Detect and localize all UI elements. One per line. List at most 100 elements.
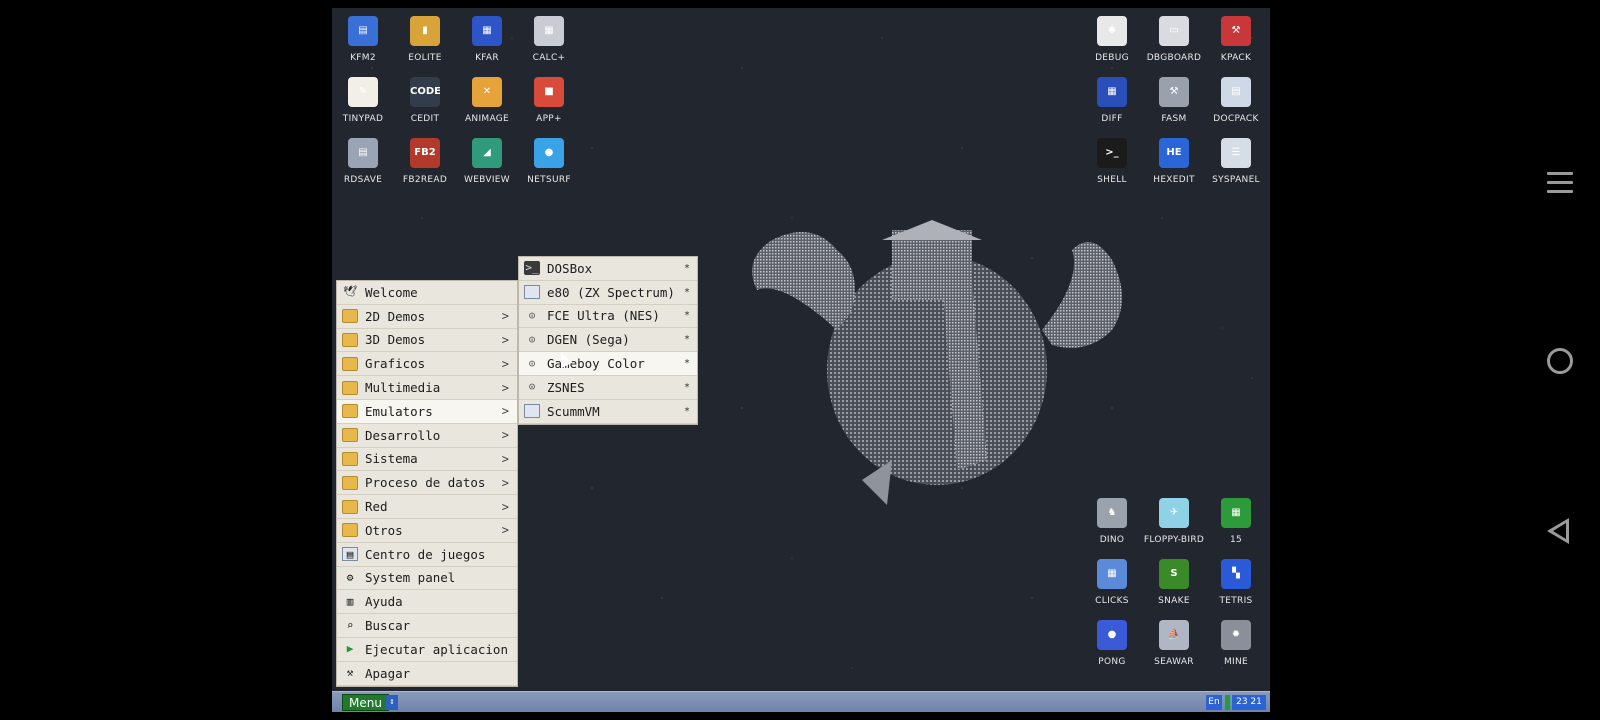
desktop-icon-15[interactable]: ▦ 15 <box>1205 494 1267 552</box>
back-button-icon[interactable] <box>1547 518 1569 544</box>
folder-icon <box>342 428 358 443</box>
desktop-icon-label: KPACK <box>1220 53 1252 63</box>
chevron-right-icon: > <box>501 428 509 443</box>
desktop-icon-label: WEBVIEW <box>464 175 510 185</box>
cabinet-icon: ▤ <box>1221 77 1251 107</box>
menu-item-buscar[interactable]: ⌕ Buscar <box>337 614 517 638</box>
desktop-icon-webview[interactable]: ◢ WEBVIEW <box>456 134 518 192</box>
desktop-icon-label: FB2READ <box>402 175 448 185</box>
menu-item-welcome[interactable]: 🕊 Welcome <box>337 281 517 305</box>
menu-item-apagar[interactable]: ⚒ Apagar <box>337 662 517 686</box>
desktop-icon-label: FASM <box>1161 114 1187 124</box>
clock[interactable]: 23 21 <box>1232 695 1266 710</box>
menu-item-label: Buscar <box>365 618 411 634</box>
home-button-icon[interactable] <box>1547 348 1573 374</box>
menu-item-label: Multimedia <box>365 380 441 396</box>
submenu-item-e80-zx-spectrum-[interactable]: e80 (ZX Spectrum) * <box>519 281 697 305</box>
desktop-icon-dbgboard[interactable]: ▭ DBGBOARD <box>1143 12 1205 70</box>
menu-item-label: Sistema <box>365 451 418 467</box>
desktop-icon-syspanel[interactable]: ☰ SYSPANEL <box>1205 134 1267 192</box>
menu-item-3d-demos[interactable]: 3D Demos > <box>337 329 517 353</box>
desktop-icon-shell[interactable]: >_ SHELL <box>1081 134 1143 192</box>
submenu-item-scummvm[interactable]: ScummVM * <box>519 400 697 424</box>
pong-icon: ● <box>1097 620 1127 650</box>
gamepad-icon: ⊙ <box>528 308 536 322</box>
folder-icon <box>342 499 358 514</box>
desktop-icon-label: TETRIS <box>1219 596 1253 606</box>
menu-item-desarrollo[interactable]: Desarrollo > <box>337 424 517 448</box>
menu-item-ayuda[interactable]: ▥ Ayuda <box>337 590 517 615</box>
menu-item-label: System panel <box>365 570 456 586</box>
desktop-icon-calc-[interactable]: ▦ CALC+ <box>518 12 580 70</box>
menu-item-multimedia[interactable]: Multimedia > <box>337 376 517 400</box>
planet-treehouse-wallpaper <box>752 220 1122 505</box>
submenu-item-marker: * <box>683 358 690 370</box>
desktop-icon-fasm[interactable]: ⚒ FASM <box>1143 73 1205 131</box>
wrench-icon: ⚒ <box>1221 16 1251 46</box>
start-menu: 🕊 Welcome 2D Demos >3D Demos > Graficos > Multi… <box>336 280 518 687</box>
window-icon <box>524 404 540 419</box>
desktop-icon-floppy-bird[interactable]: ✈ FLOPPY-BIRD <box>1143 494 1205 552</box>
desktop-icon-label: KFM2 <box>350 53 376 63</box>
desktop-icon-animage[interactable]: ✕ ANIMAGE <box>456 73 518 131</box>
desktop-icon-fb2read[interactable]: FB2 FB2READ <box>394 134 456 192</box>
desktop-icon-label: SYSPANEL <box>1212 175 1260 185</box>
menu-item-label: Centro de juegos <box>365 546 486 562</box>
menu-item-label: 3D Demos <box>365 332 426 348</box>
submenu-item-fce-ultra-nes-[interactable]: ⊙ FCE Ultra (NES) * <box>519 305 697 329</box>
menu-button[interactable]: Menu <box>342 694 389 711</box>
desktop-icon-kfm2[interactable]: ▤ KFM2 <box>332 12 394 70</box>
desktop-icon-label: KFAR <box>475 53 499 63</box>
submenu-item-marker: * <box>683 381 690 393</box>
notepad-icon: ✎ <box>348 77 378 107</box>
menu-item-proceso-de-datos[interactable]: Proceso de datos > <box>337 471 517 496</box>
submenu-item-dosbox[interactable]: >_ DOSBox * <box>519 257 697 281</box>
menu-item-graficos[interactable]: Graficos > <box>337 352 517 377</box>
chevron-right-icon: > <box>501 356 509 371</box>
android-navigation-bar <box>1523 0 1600 720</box>
desktop-icon-pong[interactable]: ● PONG <box>1081 616 1143 674</box>
desktop-icon-eolite[interactable]: ▮ EOLITE <box>394 12 456 70</box>
submenu-item-marker: * <box>683 310 690 322</box>
submenu-item-gameboy-color[interactable]: ⊙ Gameboy Color * <box>519 352 697 376</box>
desktop-icon-app-[interactable]: ■ APP+ <box>518 73 580 131</box>
bug-icon: ✱ <box>1097 16 1127 46</box>
desktop-icon-mine[interactable]: ✹ MINE <box>1205 616 1267 674</box>
desktop-icon-label: APP+ <box>536 114 562 124</box>
desktop-icon-kpack[interactable]: ⚒ KPACK <box>1205 12 1267 70</box>
calculator-icon: ▦ <box>534 16 564 46</box>
desktop-icon-rdsave[interactable]: ▤ RDSAVE <box>332 134 394 192</box>
window-icon: ▤ <box>342 547 358 562</box>
desktop-icon-debug[interactable]: ✱ DEBUG <box>1081 12 1143 70</box>
folder-icon <box>342 523 358 538</box>
gamepad-icon: ⊙ <box>528 356 536 370</box>
menu-item-sistema[interactable]: Sistema > <box>337 448 517 472</box>
desktop-icon-docpack[interactable]: ▤ DOCPACK <box>1205 73 1267 131</box>
layout-switch-button[interactable]: ⇕ <box>386 695 398 710</box>
menu-item-otros[interactable]: Otros > <box>337 519 517 543</box>
hamburger-menu-icon[interactable] <box>1547 172 1573 199</box>
menu-item-emulators[interactable]: Emulators > <box>337 399 517 424</box>
desktop-icon-seawar[interactable]: ⛵ SEAWAR <box>1143 616 1205 674</box>
desktop-icon-tetris[interactable]: ▚ TETRIS <box>1205 555 1267 613</box>
code-editor-icon: CODE <box>410 77 440 107</box>
desktop-icon-clicks[interactable]: ▦ CLICKS <box>1081 555 1143 613</box>
desktop-icon-cedit[interactable]: CODE CEDIT <box>394 73 456 131</box>
desktop-icon-diff[interactable]: ▦ DIFF <box>1081 73 1143 131</box>
menu-item-2d-demos[interactable]: 2D Demos > <box>337 305 517 329</box>
submenu-item-dgen-sega-[interactable]: ⊙ DGEN (Sega) * <box>519 328 697 353</box>
desktop-icon-kfar[interactable]: ▦ KFAR <box>456 12 518 70</box>
menu-item-red[interactable]: Red > <box>337 495 517 519</box>
kolibri-desktop: ▤ KFM2 ▮ EOLITE ▦ KFAR ▦ CALC+ ✎ TINYPAD CODE CEDIT… <box>332 8 1270 712</box>
desktop-icon-tinypad[interactable]: ✎ TINYPAD <box>332 73 394 131</box>
mine-icon: ✹ <box>1221 620 1251 650</box>
menu-item-system-panel[interactable]: ⚙ System panel <box>337 567 517 591</box>
menu-item-centro-de-juegos[interactable]: ▤ Centro de juegos <box>337 543 517 567</box>
desktop-icon-hexedit[interactable]: HE HEXEDIT <box>1143 134 1205 192</box>
desktop-icon-label: NETSURF <box>527 175 571 185</box>
language-indicator[interactable]: En <box>1206 695 1222 710</box>
desktop-icon-snake[interactable]: S SNAKE <box>1143 555 1205 613</box>
submenu-item-zsnes[interactable]: ⊙ ZSNES * <box>519 376 697 400</box>
menu-item-ejecutar-aplicacion[interactable]: ▶ Ejecutar aplicacion <box>337 638 517 662</box>
desktop-icon-netsurf[interactable]: ● NETSURF <box>518 134 580 192</box>
